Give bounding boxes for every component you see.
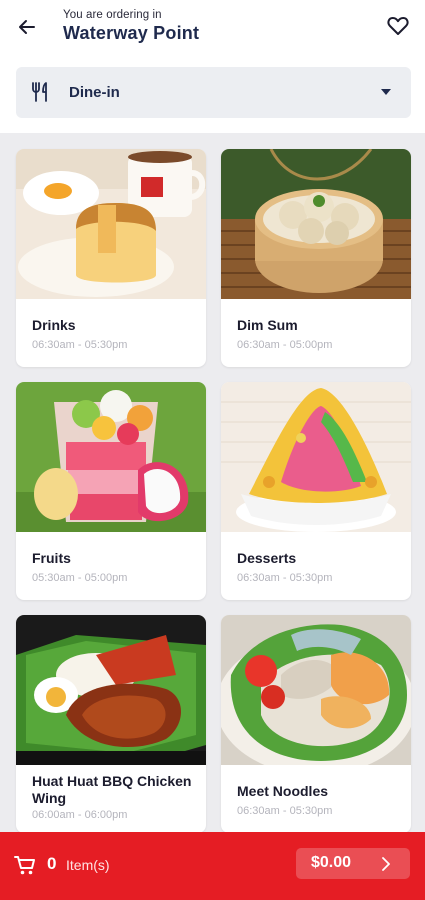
category-hours: 06:30am - 05:00pm [237,339,333,351]
category-image [16,615,206,765]
category-grid: Drinks 06:30am - 05:30pm Dim Sum 06:30am… [0,133,425,833]
category-hours: 06:30am - 05:30pm [237,572,333,584]
category-card-drinks[interactable]: Drinks 06:30am - 05:30pm [16,149,206,367]
shopping-cart-icon [14,856,35,875]
arrow-left-icon [19,20,35,34]
category-image [16,149,206,299]
cart-bar[interactable]: 0 Item(s) $0.00 [0,832,425,900]
caret-down-icon [381,89,391,95]
app-header: You are ordering in Waterway Point Dine-… [0,0,425,133]
category-card-dim-sum[interactable]: Dim Sum 06:30am - 05:00pm [221,149,411,367]
category-hours: 06:00am - 06:00pm [32,809,128,821]
order-mode-value: Dine-in [69,84,120,101]
category-hours: 06:30am - 05:30pm [32,339,128,351]
utensils-icon [32,82,47,102]
category-name: Huat Huat BBQ Chicken Wing [32,773,192,806]
category-card-bbq-chicken-wing[interactable]: Huat Huat BBQ Chicken Wing 06:00am - 06:… [16,615,206,833]
ordering-in-caption: You are ordering in [63,9,162,21]
category-name: Dim Sum [237,317,298,333]
category-name: Desserts [237,550,297,566]
category-name: Meet Noodles [237,783,329,799]
category-image [221,615,411,765]
category-card-desserts[interactable]: Desserts 06:30am - 05:30pm [221,382,411,600]
heart-outline-icon [387,17,409,35]
favorite-button[interactable] [384,12,412,40]
cart-items-label: Item(s) [66,857,110,873]
category-card-meet-noodles[interactable]: Meet Noodles 06:30am - 05:30pm [221,615,411,833]
category-name: Fruits [32,550,71,566]
category-hours: 05:30am - 05:00pm [32,572,128,584]
category-card-fruits[interactable]: Fruits 05:30am - 05:00pm [16,382,206,600]
category-image [16,382,206,532]
location-title[interactable]: Waterway Point [63,23,199,44]
order-mode-dropdown[interactable]: Dine-in [16,67,411,118]
category-name: Drinks [32,317,76,333]
checkout-total-button[interactable]: $0.00 [296,848,410,879]
cart-total: $0.00 [311,854,352,871]
category-image [221,382,411,532]
back-button[interactable] [12,12,42,42]
category-hours: 06:30am - 05:30pm [237,805,333,817]
category-image [221,149,411,299]
chevron-right-icon [382,857,390,871]
cart-item-count: 0 [47,854,57,873]
